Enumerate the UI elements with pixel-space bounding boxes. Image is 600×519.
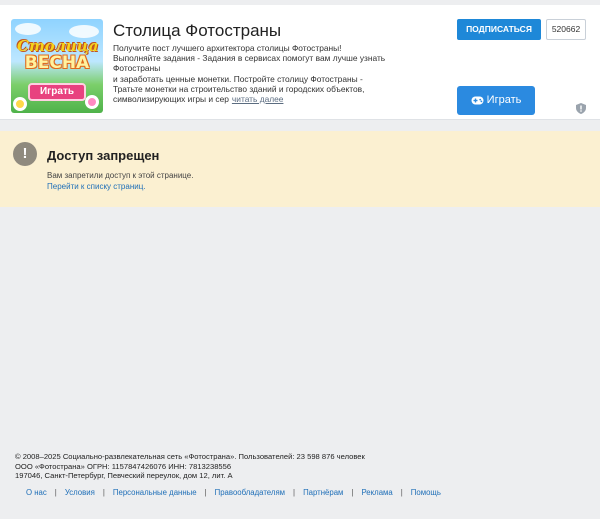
error-message: Вам запретили доступ к этой странице. [47, 171, 194, 180]
app-title[interactable]: Столица Фотостраны [113, 21, 281, 41]
separator: | [54, 488, 57, 497]
play-button[interactable]: Играть [457, 86, 535, 115]
play-button-label: Играть [486, 94, 522, 106]
footer-company: ООО «Фотострана» ОГРН: 1157847426076 ИНН… [15, 461, 232, 471]
read-more-link[interactable]: читать далее [232, 94, 284, 104]
exclamation-icon: ! [13, 142, 37, 166]
footer-info: © 2008–2025 Социально-развлекательная се… [15, 452, 585, 481]
footer-link-rightholders[interactable]: Правообладателям [215, 488, 285, 497]
description-line: Фотостраны [113, 63, 161, 74]
footer-link-about[interactable]: О нас [26, 488, 47, 497]
separator: | [293, 488, 296, 497]
description-line: Получите пост лучшего архитектора столиц… [113, 43, 342, 53]
footer-address: 197046, Санкт-Петербург, Певческий переу… [15, 471, 233, 481]
app-thumbnail[interactable]: Столица ВЕСНА Играть [11, 19, 103, 113]
app-description: Получите пост лучшего архитектора столиц… [113, 43, 418, 104]
subscribe-button[interactable]: ПОДПИСАТЬСЯ [457, 19, 541, 40]
flower-shape [85, 95, 99, 109]
error-title: Доступ запрещен [47, 148, 160, 163]
separator: | [204, 488, 207, 497]
footer-link-terms[interactable]: Условия [65, 488, 95, 497]
description-line: Выполняйте задания - Задания в сервисах … [113, 53, 386, 64]
footer-link-partners[interactable]: Партнёрам [303, 488, 343, 497]
pages-list-link[interactable]: Перейти к списку страниц. [47, 182, 146, 191]
cloud-shape [15, 23, 41, 35]
footer-link-ads[interactable]: Реклама [361, 488, 392, 497]
footer-link-personal-data[interactable]: Персональные данные [113, 488, 197, 497]
thumbnail-logo-bottom: ВЕСНА [24, 53, 90, 73]
description-line-last: символизирующих игры и сер читать далее [113, 94, 418, 104]
shield-icon[interactable] [576, 103, 586, 114]
description-line: и заработать ценные монетки. Постройте с… [113, 73, 363, 84]
description-line: Тратьте монетки на строительство зданий … [113, 83, 365, 94]
description-line: символизирующих игры и сер [113, 94, 229, 105]
footer-link-help[interactable]: Помощь [411, 488, 441, 497]
separator: | [102, 488, 105, 497]
gamepad-icon [471, 96, 484, 105]
separator: | [351, 488, 354, 497]
flower-shape [13, 97, 27, 111]
app-card: Столица ВЕСНА Играть Столица Фотостраны … [0, 5, 600, 120]
subscriber-count: 520662 [546, 19, 586, 40]
thumbnail-play-button[interactable]: Играть [28, 83, 86, 101]
footer-copyright: © 2008–2025 Социально-развлекательная се… [15, 452, 365, 461]
separator: | [400, 488, 403, 497]
footer-links: О нас | Условия | Персональные данные | Правоо… [26, 488, 441, 497]
access-denied-panel: ! Доступ запрещен Вам запретили доступ к… [0, 131, 600, 207]
